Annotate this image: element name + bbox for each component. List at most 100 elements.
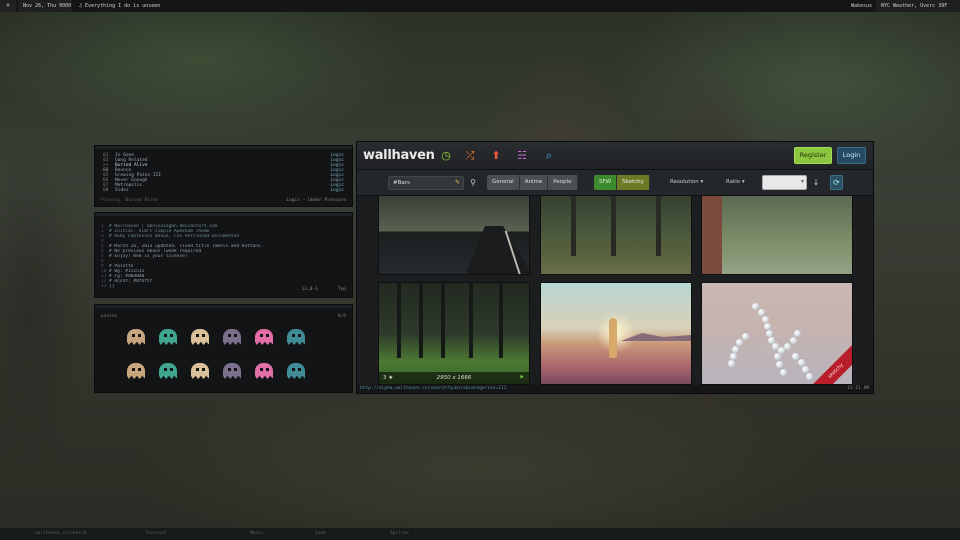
refresh-icon[interactable]: ⟳ xyxy=(830,175,843,190)
thumb-info-bar: 2950 x 1666 3 ★ ⚑ xyxy=(379,372,529,384)
bottom-taskbar: wallhaven.cc/search Terminal Music Code Spri… xyxy=(0,528,960,540)
ratio-dropdown[interactable]: Ratio ▾ xyxy=(726,175,745,190)
wallpaper-thumb-woods[interactable]: 2950 x 1666 3 ★ ⚑ xyxy=(379,283,529,384)
tag-icon[interactable]: ⚑ xyxy=(519,372,524,384)
favorites-count[interactable]: 3 ★ xyxy=(383,372,393,384)
now-playing-album: Logic — Under Pressure xyxy=(286,198,346,203)
pearl-shape xyxy=(794,330,801,337)
pearl-shape xyxy=(798,359,805,366)
tree-trunk xyxy=(702,196,722,274)
pearl-shape xyxy=(758,309,765,316)
pony-sprite-icon xyxy=(285,362,307,384)
pony-sprite-icon xyxy=(253,362,275,384)
track-title: Sides xyxy=(115,188,129,193)
wallhaven-window: wallhaven ◷ ⤮ ⬆ ☵ ⌕ Register Login ✎ ⚲ Gener… xyxy=(357,142,873,393)
pearl-shape xyxy=(736,339,743,346)
pony-sprite-icon xyxy=(125,328,147,350)
code-text: # Ruby Comtesse2 Bonus, CSS Versioned Do… xyxy=(109,234,240,239)
code-text: # Enjoy! Red is your license! xyxy=(109,254,188,259)
purity-toggles: SFW Sketchy xyxy=(594,175,650,190)
code-text: # Accnt: #8fbf5f xyxy=(109,279,153,284)
upload-icon[interactable]: ⬆ xyxy=(489,149,503,163)
pearl-shape xyxy=(742,333,749,340)
pearl-shape xyxy=(806,373,813,380)
sorting-select[interactable] xyxy=(762,175,807,190)
category-people-toggle[interactable]: People xyxy=(548,175,578,190)
pearl-shape xyxy=(780,369,787,376)
pearl-shape xyxy=(730,353,737,360)
music-terminal[interactable]: 01 In Gone Logic 02 Gang Related Logic >> … xyxy=(95,146,352,206)
sprites-terminal[interactable]: ponies 0/8 xyxy=(95,305,352,392)
pearl-shape xyxy=(766,330,773,337)
pony-sprite-grid xyxy=(125,328,311,390)
pearl-shape xyxy=(732,346,739,353)
tree-trunk xyxy=(611,196,616,256)
purity-sketchy-toggle[interactable]: Sketchy xyxy=(617,175,650,190)
wallpaper-thumb-forest[interactable] xyxy=(541,196,691,274)
pony-sprite-icon xyxy=(189,328,211,350)
register-button[interactable]: Register xyxy=(794,147,832,164)
sort-order-icon[interactable]: ↓ xyxy=(810,175,822,190)
wallhaven-logo[interactable]: wallhaven xyxy=(363,148,435,163)
pony-sprite-icon xyxy=(157,328,179,350)
username-widget: Wakesus xyxy=(851,3,873,9)
taskbar-item[interactable]: Music xyxy=(250,528,264,540)
search-input[interactable] xyxy=(393,177,453,189)
taskbar-item[interactable]: Sprites xyxy=(390,528,409,540)
login-button[interactable]: Login xyxy=(837,147,866,164)
taskbar-item[interactable]: wallhaven.cc/search xyxy=(35,528,86,540)
status-url: http://alpha.wallhaven.cc/search?q=bars&… xyxy=(360,386,507,391)
sprites-count: 0/8 xyxy=(337,314,346,319)
pearl-shape xyxy=(790,337,797,344)
search-nav-icon[interactable]: ⌕ xyxy=(542,149,556,163)
search-toolbar: ✎ ⚲ General Anime People SFW Sketchy Res… xyxy=(357,170,873,196)
now-playing-widget: ♫ Everything I do is unseen xyxy=(79,3,161,9)
editor-terminal[interactable]: 1 # Wallhaven | abnixusagan.deviantart.co… xyxy=(95,213,352,297)
search-icon[interactable]: ⚲ xyxy=(467,176,479,190)
pony-sprite-icon xyxy=(157,362,179,384)
taskbar-item[interactable]: Terminal xyxy=(145,528,167,540)
tree-trunk xyxy=(656,196,661,256)
tree-trunk xyxy=(441,283,445,358)
tree-trunk xyxy=(571,196,576,256)
tree-trunk xyxy=(419,283,423,358)
figure-shape xyxy=(609,318,617,358)
editor-statusline: 13,0-1 Top xyxy=(95,287,352,293)
pony-sprite-icon xyxy=(189,362,211,384)
pony-sprite-icon xyxy=(285,328,307,350)
playlist-row[interactable]: 08 Sides Logic xyxy=(95,188,352,193)
date-widget: Nov 26, Thu 0000 xyxy=(18,0,72,12)
random-icon[interactable]: ⤮ xyxy=(463,149,477,163)
track-number: 08 xyxy=(103,188,109,193)
category-general-toggle[interactable]: General xyxy=(487,175,520,190)
clear-search-icon[interactable]: ✎ xyxy=(455,177,460,189)
thumb-resolution: 2950 x 1666 xyxy=(436,375,472,381)
wallpaper-thumb-trees[interactable] xyxy=(702,196,852,274)
status-time: 11:11 AM xyxy=(847,386,869,391)
category-anime-toggle[interactable]: Anime xyxy=(519,175,549,190)
pearl-shape xyxy=(728,360,735,367)
now-playing-line: Playing Buried Alive Logic — Under Press… xyxy=(101,198,346,204)
wallpaper-thumb-pearls[interactable]: sketchy xyxy=(702,283,852,384)
search-field[interactable]: ✎ xyxy=(388,176,464,190)
code-buffer: 1 # Wallhaven | abnixusagan.deviantart.co… xyxy=(95,216,352,289)
wallpaper-thumb-road[interactable] xyxy=(379,196,529,274)
category-toggles: General Anime People xyxy=(487,175,578,190)
now-playing-title: Buried Alive xyxy=(125,198,158,203)
forums-icon[interactable]: ☵ xyxy=(515,149,529,163)
resolution-dropdown[interactable]: Resolution ▾ xyxy=(670,175,703,190)
latest-icon[interactable]: ◷ xyxy=(439,149,453,163)
pearl-shape xyxy=(776,361,783,368)
menu-icon[interactable]: ⌘ xyxy=(0,0,16,12)
wallhaven-header: wallhaven ◷ ⤮ ⬆ ☵ ⌕ Register Login xyxy=(357,142,873,170)
pony-sprite-icon xyxy=(253,328,275,350)
top-bar: ⌘ Nov 26, Thu 0000 ♫ Everything I do is … xyxy=(0,0,960,12)
pony-sprite-icon xyxy=(221,328,243,350)
track-artist: Logic xyxy=(330,188,344,193)
now-playing-label: Playing xyxy=(101,198,120,203)
sprites-header: ponies 0/8 xyxy=(95,308,352,319)
purity-sfw-toggle[interactable]: SFW xyxy=(594,175,618,190)
wallpaper-thumb-beach[interactable] xyxy=(541,283,691,384)
taskbar-item[interactable]: Code xyxy=(315,528,326,540)
tree-trunk xyxy=(499,283,503,358)
